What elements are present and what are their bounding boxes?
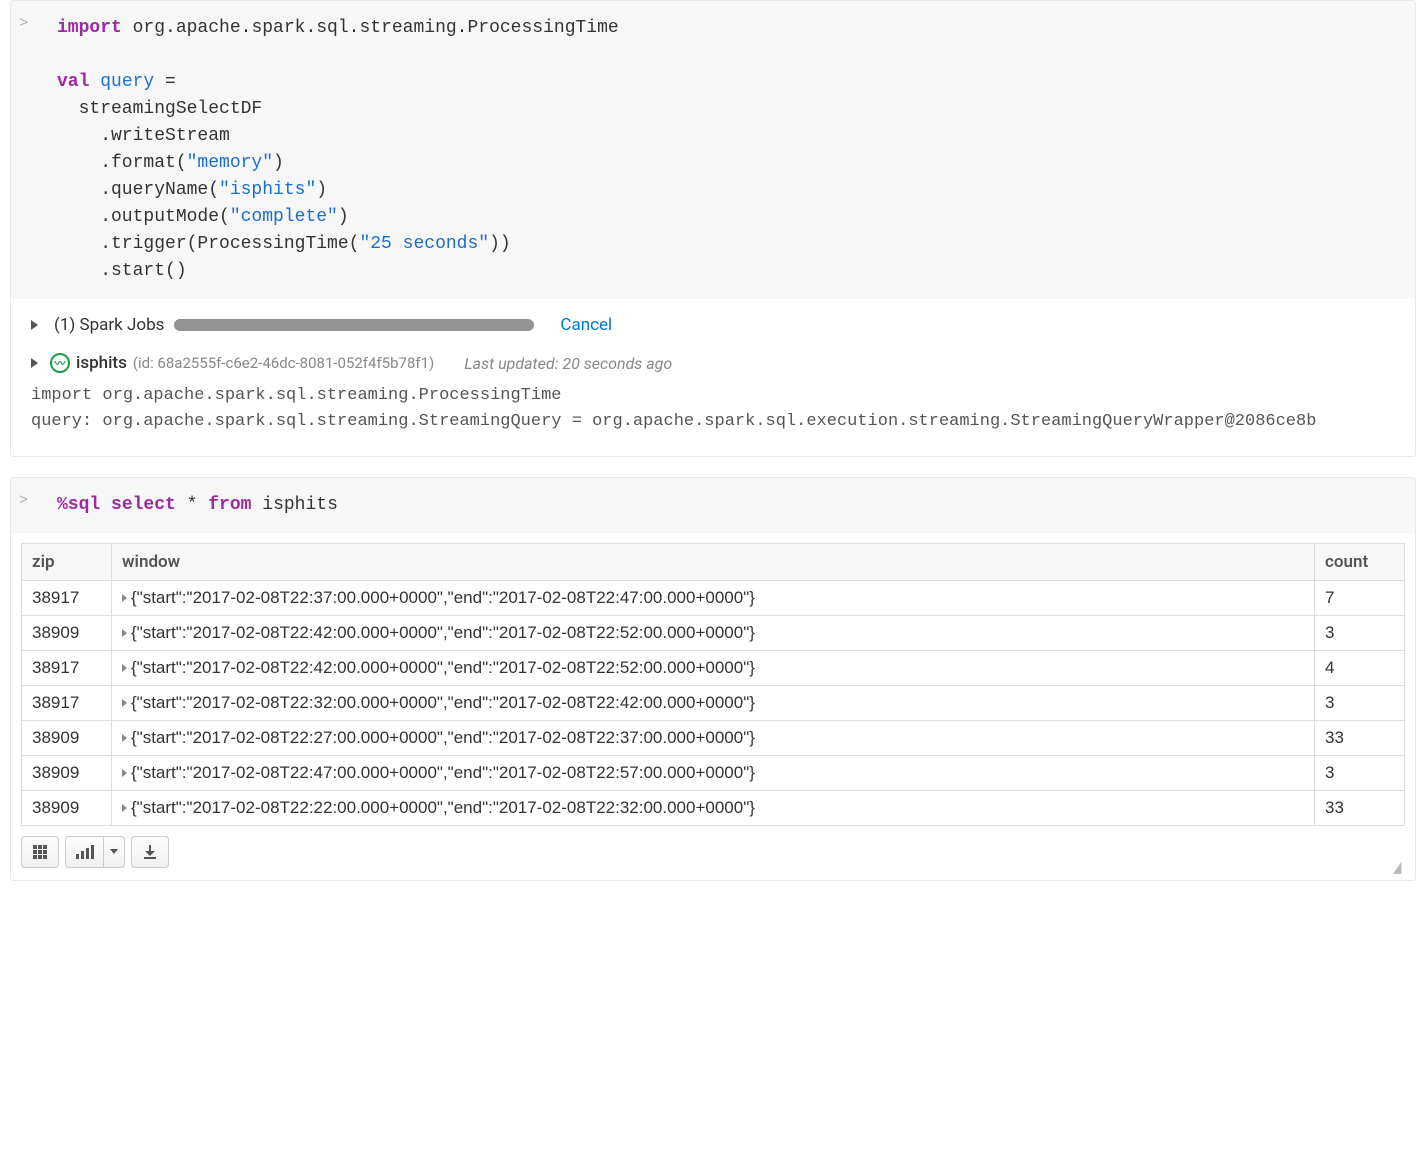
expand-caret-icon[interactable] [122, 594, 127, 602]
spark-jobs-label: (1) Spark Jobs [54, 315, 164, 335]
cell-zip: 38909 [22, 615, 112, 650]
cell-count: 4 [1315, 650, 1405, 685]
expand-caret-icon[interactable] [122, 769, 127, 777]
cell-count: 3 [1315, 685, 1405, 720]
last-updated: Last updated: 20 seconds ago [464, 354, 672, 373]
table-row[interactable]: 38917{"start":"2017-02-08T22:32:00.000+0… [22, 685, 1405, 720]
bar-chart-icon [76, 845, 94, 859]
status-area: (1) Spark Jobs Cancel 〰 isphits (id: 68a… [11, 299, 1415, 383]
table-row[interactable]: 38917{"start":"2017-02-08T22:42:00.000+0… [22, 650, 1405, 685]
cell-output-text: import org.apache.spark.sql.streaming.Pr… [11, 383, 1415, 456]
progress-bar [174, 319, 534, 331]
code-block: %sql select * from isphits [31, 492, 1395, 519]
cell-zip: 38909 [22, 720, 112, 755]
notebook-cell-1: > import org.apache.spark.sql.streaming.… [10, 0, 1416, 457]
input-prompt-icon: > [19, 492, 28, 509]
expand-caret-icon[interactable] [31, 320, 38, 330]
cell-zip: 38917 [22, 685, 112, 720]
streaming-active-icon: 〰 [50, 353, 70, 373]
expand-caret-icon[interactable] [31, 358, 38, 368]
notebook-cell-2: > %sql select * from isphits zip window … [10, 477, 1416, 881]
code-editor[interactable]: > %sql select * from isphits [11, 478, 1415, 533]
col-header-zip[interactable]: zip [22, 543, 112, 580]
input-prompt-icon: > [19, 15, 28, 32]
cell-window[interactable]: {"start":"2017-02-08T22:27:00.000+0000",… [112, 720, 1315, 755]
cell-window[interactable]: {"start":"2017-02-08T22:42:00.000+0000",… [112, 650, 1315, 685]
expand-caret-icon[interactable] [122, 629, 127, 637]
cell-window[interactable]: {"start":"2017-02-08T22:32:00.000+0000",… [112, 685, 1315, 720]
cell-zip: 38917 [22, 580, 112, 615]
cell-count: 33 [1315, 720, 1405, 755]
results-table: zip window count 38917{"start":"2017-02-… [21, 543, 1405, 826]
caret-down-icon [110, 849, 118, 854]
table-row[interactable]: 38909{"start":"2017-02-08T22:42:00.000+0… [22, 615, 1405, 650]
table-row[interactable]: 38909{"start":"2017-02-08T22:47:00.000+0… [22, 755, 1405, 790]
spark-jobs-row[interactable]: (1) Spark Jobs Cancel [31, 315, 1395, 335]
cell-count: 33 [1315, 790, 1405, 825]
cell-zip: 38917 [22, 650, 112, 685]
cell-zip: 38909 [22, 790, 112, 825]
table-row[interactable]: 38909{"start":"2017-02-08T22:27:00.000+0… [22, 720, 1405, 755]
stream-id: (id: 68a2555f-c6e2-46dc-8081-052f4f5b78f… [133, 354, 434, 372]
chart-view-button[interactable] [65, 836, 103, 868]
col-header-count[interactable]: count [1315, 543, 1405, 580]
table-view-button[interactable] [21, 836, 59, 868]
cell-window[interactable]: {"start":"2017-02-08T22:22:00.000+0000",… [112, 790, 1315, 825]
download-icon [144, 845, 156, 859]
code-block: import org.apache.spark.sql.streaming.Pr… [31, 15, 1395, 285]
table-row[interactable]: 38917{"start":"2017-02-08T22:37:00.000+0… [22, 580, 1405, 615]
table-header-row: zip window count [22, 543, 1405, 580]
cell-count: 7 [1315, 580, 1405, 615]
cell-zip: 38909 [22, 755, 112, 790]
cell-window[interactable]: {"start":"2017-02-08T22:42:00.000+0000",… [112, 615, 1315, 650]
cell-count: 3 [1315, 615, 1405, 650]
expand-caret-icon[interactable] [122, 699, 127, 707]
code-editor[interactable]: > import org.apache.spark.sql.streaming.… [11, 1, 1415, 299]
chart-options-button[interactable] [103, 836, 125, 868]
table-row[interactable]: 38909{"start":"2017-02-08T22:22:00.000+0… [22, 790, 1405, 825]
expand-caret-icon[interactable] [122, 734, 127, 742]
streaming-query-row[interactable]: 〰 isphits (id: 68a2555f-c6e2-46dc-8081-0… [31, 353, 1395, 373]
col-header-window[interactable]: window [112, 543, 1315, 580]
cancel-link[interactable]: Cancel [560, 315, 612, 335]
expand-caret-icon[interactable] [122, 804, 127, 812]
cell-window[interactable]: {"start":"2017-02-08T22:47:00.000+0000",… [112, 755, 1315, 790]
results-toolbar [11, 830, 1415, 880]
expand-caret-icon[interactable] [122, 664, 127, 672]
download-button[interactable] [131, 836, 169, 868]
cell-count: 3 [1315, 755, 1405, 790]
cell-window[interactable]: {"start":"2017-02-08T22:37:00.000+0000",… [112, 580, 1315, 615]
stream-name: isphits [76, 353, 127, 373]
table-icon [33, 845, 47, 859]
